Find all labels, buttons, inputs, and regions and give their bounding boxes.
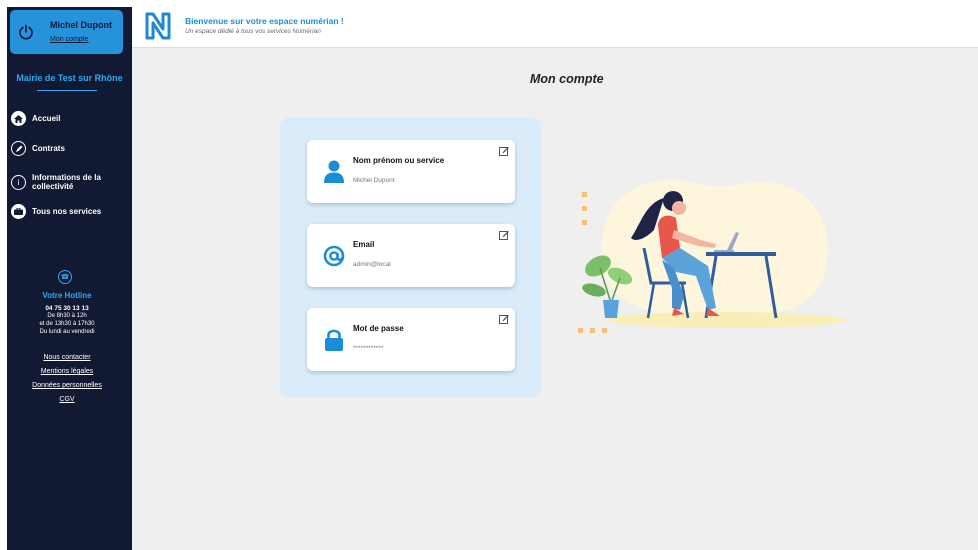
welcome-title: Bienvenue sur votre espace numérian ! [185, 16, 344, 26]
email-card[interactable]: Email admin@local [307, 224, 515, 287]
password-card[interactable]: Mot de passe ************ [307, 308, 515, 371]
app-frame: Michel Dupont Mon compte Mairie de Test … [0, 0, 978, 550]
organization-name: Mairie de Test sur Rhône [16, 73, 123, 83]
card-title: Nom prénom ou service [353, 156, 445, 165]
name-card[interactable]: Nom prénom ou service Michel Dupont [307, 140, 515, 203]
card-title: Mot de passe [353, 324, 404, 333]
home-icon [11, 111, 26, 126]
nav-item-contrats[interactable]: Contrats [11, 141, 112, 156]
lock-icon [325, 329, 343, 351]
card-value: ************ [353, 345, 384, 352]
services-icon [11, 204, 26, 219]
nav-item-informations[interactable]: i Informations de la collectivité [11, 173, 112, 191]
sidebar: Michel Dupont Mon compte Mairie de Test … [7, 7, 132, 550]
cgv-link[interactable]: CGV [7, 396, 127, 403]
edit-icon[interactable] [499, 146, 509, 156]
nav-item-accueil[interactable]: Accueil [11, 111, 112, 126]
numerian-logo[interactable] [144, 11, 172, 41]
personal-data-link[interactable]: Données personnelles [7, 382, 127, 389]
user-icon [324, 160, 344, 183]
card-value: admin@local [353, 261, 391, 268]
nav-label: Accueil [32, 114, 61, 123]
edit-icon[interactable] [499, 230, 509, 240]
hotline-icon: ☎ [58, 270, 72, 284]
my-account-link[interactable]: Mon compte [50, 36, 89, 43]
welcome-tagline: Un espace dédié à tous vos services Numé… [185, 28, 321, 35]
nav-label: Contrats [32, 144, 65, 153]
account-panel: Nom prénom ou service Michel Dupont Emai… [280, 118, 541, 397]
hotline-hours: et de 13h30 à 17h30 [39, 321, 95, 327]
user-name: Michel Dupont [50, 20, 112, 30]
user-card[interactable]: Michel Dupont Mon compte [10, 10, 123, 54]
card-value: Michel Dupont [353, 177, 395, 184]
nav-label: Tous nos services [32, 207, 102, 216]
header: Bienvenue sur votre espace numérian ! Un… [132, 7, 978, 48]
main-content: Mon compte Nom prénom ou service Michel … [132, 48, 978, 550]
at-icon [323, 245, 345, 267]
hotline-hours: De 8h30 à 12h [47, 313, 87, 319]
page-title: Mon compte [530, 72, 604, 86]
contact-link[interactable]: Nous contacter [7, 354, 127, 361]
nav-label: Informations de la collectivité [32, 173, 101, 191]
card-title: Email [353, 240, 375, 249]
woman-at-desk-illustration [578, 179, 846, 333]
organization-divider [37, 90, 97, 91]
hotline-title: Votre Hotline [42, 291, 92, 300]
hotline-phone: 04 75 30 13 13 [45, 305, 89, 312]
edit-icon[interactable] [499, 314, 509, 324]
legal-link[interactable]: Mentions légales [7, 368, 127, 375]
nav-item-services[interactable]: Tous nos services [11, 204, 112, 219]
hotline-days: Du lundi au vendredi [39, 329, 95, 335]
power-icon[interactable] [18, 24, 34, 40]
pen-icon [11, 141, 26, 156]
info-icon: i [11, 174, 26, 190]
